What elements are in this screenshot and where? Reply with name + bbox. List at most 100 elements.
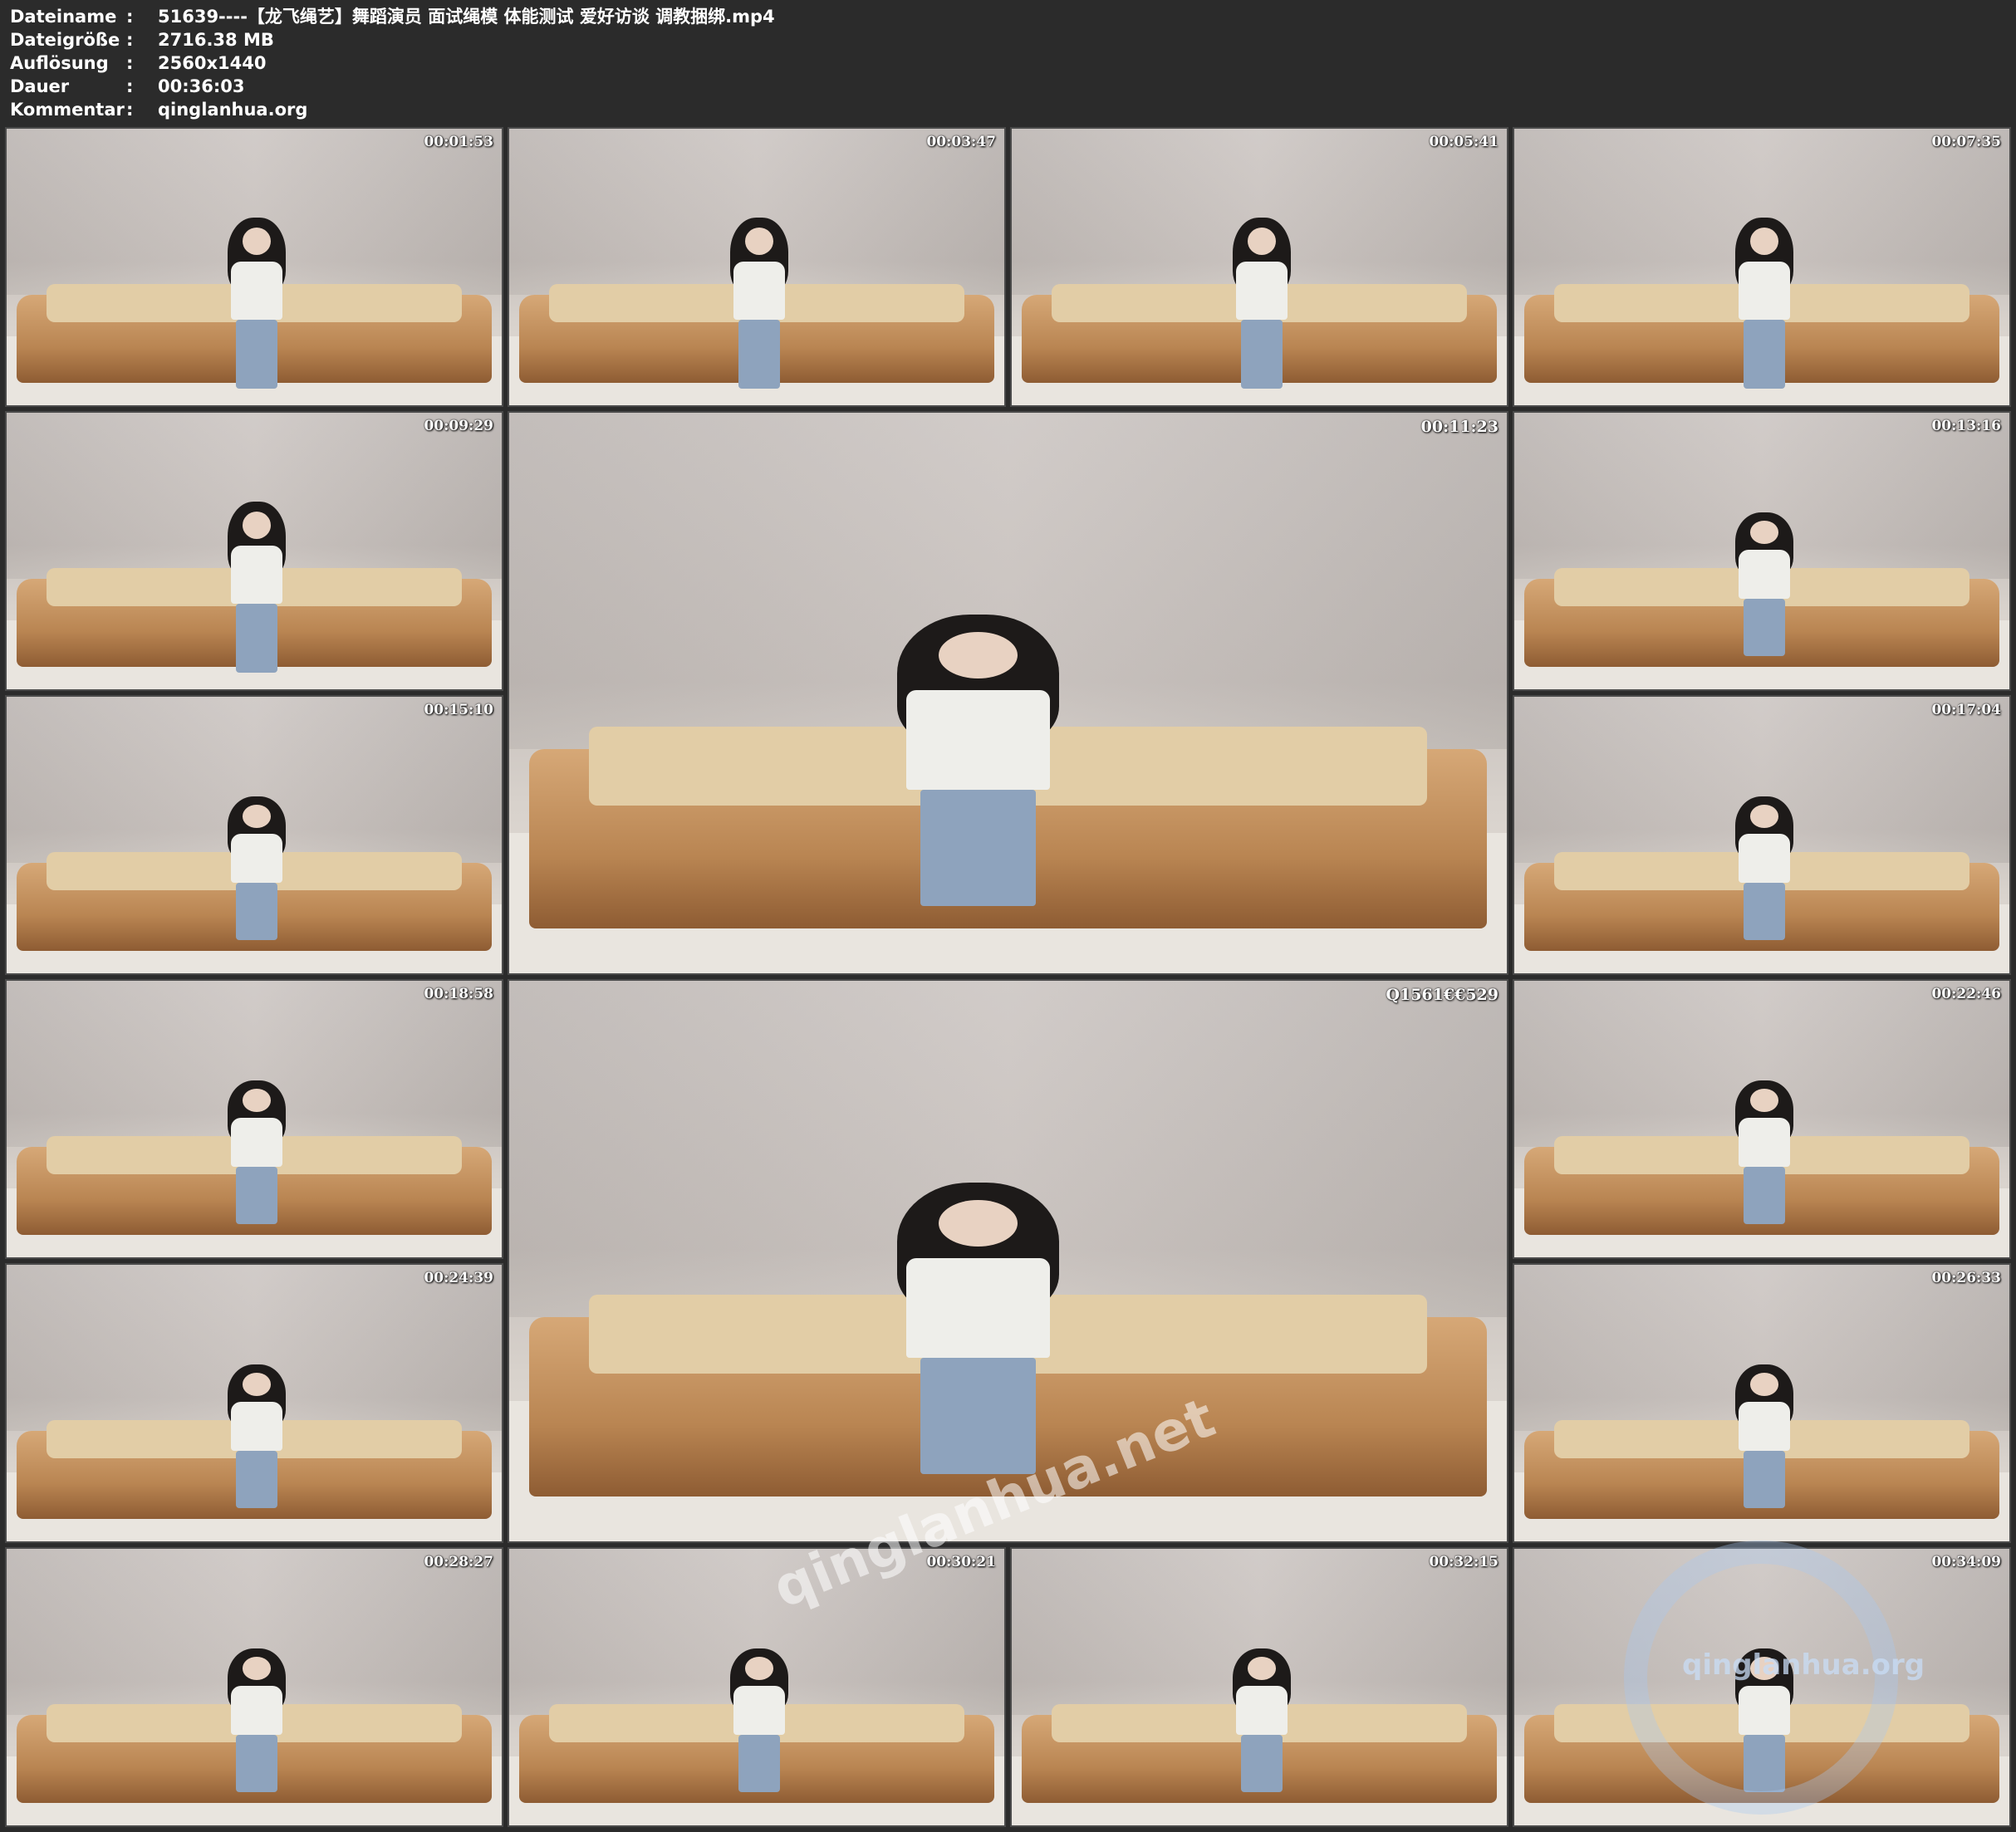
person-face <box>242 511 271 539</box>
person-jeans <box>1744 882 1785 941</box>
thumbnail-timestamp: Q1561€€529 <box>1386 986 1499 1004</box>
thumbnail-timestamp: 00:22:46 <box>1931 986 2001 1002</box>
person-face <box>744 227 773 255</box>
thumbnail-timestamp: 00:01:53 <box>424 134 493 150</box>
video-thumbnail: 00:17:04 <box>1513 695 2011 975</box>
video-thumbnail: 00:13:16 <box>1513 411 2011 691</box>
person-jeans <box>1744 598 1785 657</box>
person-shirt <box>1738 1401 1790 1451</box>
person-face <box>1749 227 1778 255</box>
video-thumbnail: 00:05:41 <box>1010 127 1508 407</box>
person-face <box>242 1657 271 1680</box>
person-jeans <box>920 789 1036 906</box>
person-jeans <box>236 320 277 389</box>
video-thumbnail: 00:26:33 <box>1513 1263 2011 1543</box>
person-face <box>744 1657 773 1680</box>
person-shirt <box>230 833 282 883</box>
person-face <box>938 632 1018 679</box>
person-figure <box>1732 217 1796 389</box>
person-shirt <box>1738 262 1790 321</box>
thumbnail-timestamp: 00:17:04 <box>1931 702 2001 718</box>
person-figure <box>1732 796 1796 941</box>
person-jeans <box>236 1734 277 1793</box>
person-figure <box>224 217 288 389</box>
person-jeans <box>236 882 277 941</box>
person-jeans <box>236 604 277 674</box>
person-jeans <box>1744 320 1785 389</box>
person-jeans <box>920 1357 1036 1474</box>
person-shirt <box>230 1117 282 1167</box>
person-figure <box>727 1648 791 1793</box>
person-figure <box>888 615 1067 906</box>
person-shirt <box>733 1685 785 1735</box>
person-figure <box>224 501 288 674</box>
person-shirt <box>1235 1685 1288 1735</box>
person-face <box>1749 805 1778 828</box>
person-face <box>242 227 271 255</box>
person-jeans <box>1744 1450 1785 1509</box>
person-face <box>938 1200 1018 1247</box>
person-figure <box>224 796 288 941</box>
person-figure <box>727 217 791 389</box>
person-shirt <box>1738 549 1790 599</box>
thumbnail-timestamp: 00:26:33 <box>1931 1270 2001 1286</box>
thumbnail-timestamp: 00:24:39 <box>424 1270 493 1286</box>
person-shirt <box>1738 833 1790 883</box>
person-face <box>1247 1657 1276 1680</box>
person-figure <box>224 1648 288 1793</box>
person-figure <box>1732 1364 1796 1509</box>
person-face <box>1749 521 1778 544</box>
thumbnail-timestamp: 00:03:47 <box>926 134 996 150</box>
person-face <box>1749 1373 1778 1396</box>
video-thumbnail: 00:09:29 <box>5 411 503 691</box>
thumbnail-timestamp: 00:11:23 <box>1420 418 1499 436</box>
video-thumbnail: 00:18:58 <box>5 979 503 1259</box>
video-thumbnail: 00:07:35 <box>1513 127 2011 407</box>
video-thumbnail: 00:28:27 <box>5 1547 503 1827</box>
thumbnail-timestamp: 00:09:29 <box>424 418 493 434</box>
person-face <box>1749 1089 1778 1112</box>
video-thumbnail: 00:30:21 <box>508 1547 1006 1827</box>
person-jeans <box>738 320 780 389</box>
person-figure <box>1229 217 1293 389</box>
person-shirt <box>230 1401 282 1451</box>
person-jeans <box>236 1166 277 1225</box>
person-jeans <box>1744 1166 1785 1225</box>
video-thumbnail: 00:22:46 <box>1513 979 2011 1259</box>
person-figure <box>224 1364 288 1509</box>
person-shirt <box>905 1258 1050 1358</box>
person-jeans <box>236 1450 277 1509</box>
video-thumbnail: 00:24:39 <box>5 1263 503 1543</box>
person-figure <box>888 1183 1067 1474</box>
person-jeans <box>1241 1734 1283 1793</box>
thumbnail-timestamp: 00:32:15 <box>1429 1554 1499 1570</box>
person-face <box>1247 227 1276 255</box>
person-face <box>242 1373 271 1396</box>
thumbnail-timestamp: 00:07:35 <box>1931 134 2001 150</box>
person-shirt <box>905 690 1050 790</box>
thumbnail-timestamp: 00:13:16 <box>1931 418 2001 434</box>
person-face <box>242 805 271 828</box>
person-shirt <box>230 546 282 605</box>
person-figure <box>1732 1080 1796 1225</box>
thumbnail-timestamp: 00:28:27 <box>424 1554 493 1570</box>
person-shirt <box>1235 262 1288 321</box>
person-figure <box>1732 512 1796 657</box>
person-shirt <box>733 262 785 321</box>
person-jeans <box>1241 320 1283 389</box>
video-thumbnail: 00:15:10 <box>5 695 503 975</box>
person-figure <box>1229 1648 1293 1793</box>
thumbnail-timestamp: 00:18:58 <box>424 986 493 1002</box>
video-thumbnail: 00:03:47 <box>508 127 1006 407</box>
thumbnail-timestamp: 00:15:10 <box>424 702 493 718</box>
person-shirt <box>230 262 282 321</box>
person-face <box>242 1089 271 1112</box>
watermark-corner: qinglanhua.org <box>1682 1648 1925 1682</box>
thumbnail-timestamp: 00:05:41 <box>1429 134 1499 150</box>
person-shirt <box>230 1685 282 1735</box>
video-thumbnail: 00:01:53 <box>5 127 503 407</box>
video-thumbnail: Q1561€€529 <box>508 979 1508 1543</box>
thumbnail-timestamp: 00:34:09 <box>1931 1554 2001 1570</box>
person-jeans <box>738 1734 780 1793</box>
video-thumbnail: 00:11:23 <box>508 411 1508 975</box>
